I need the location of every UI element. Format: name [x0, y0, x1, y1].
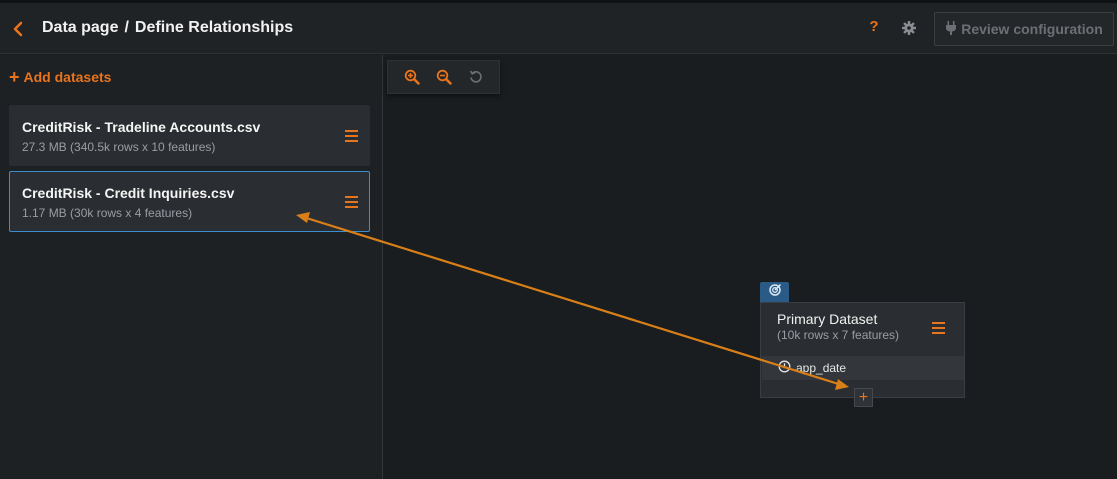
zoom-out-icon[interactable]: [436, 69, 452, 85]
clock-icon: [778, 360, 791, 376]
date-field-row: app_date: [762, 356, 964, 380]
reset-icon[interactable]: [468, 69, 484, 85]
date-field-name: app_date: [796, 361, 847, 375]
breadcrumb-parent[interactable]: Data page: [42, 19, 118, 36]
dataset-meta: 27.3 MB (340.5k rows x 10 features): [22, 140, 216, 154]
plus-icon: +: [9, 67, 20, 87]
target-icon: [768, 283, 782, 302]
primary-dataset-subtitle: (10k rows x 7 features): [777, 328, 900, 342]
hamburger-menu-icon[interactable]: [345, 129, 358, 142]
zoom-toolbar: [387, 60, 500, 94]
review-configuration-button[interactable]: Review configuration: [934, 12, 1114, 46]
add-relationship-button[interactable]: +: [854, 388, 873, 407]
add-datasets-label: Add datasets: [23, 69, 112, 85]
datasets-sidebar: + Add datasets CreditRisk - Tradeline Ac…: [0, 55, 383, 479]
chevron-left-icon[interactable]: [10, 19, 28, 39]
plug-icon: [945, 20, 957, 38]
review-configuration-label: Review configuration: [961, 21, 1103, 37]
breadcrumb-separator: /: [124, 19, 129, 36]
gear-icon[interactable]: [901, 20, 917, 36]
app-header: Data page / Define Relationships ? Review …: [0, 3, 1117, 54]
dataset-name: CreditRisk - Tradeline Accounts.csv: [22, 119, 261, 135]
dataset-card-selected[interactable]: CreditRisk - Credit Inquiries.csv 1.17 M…: [9, 171, 370, 232]
primary-target-badge: [760, 282, 789, 302]
dataset-name: CreditRisk - Credit Inquiries.csv: [22, 185, 235, 201]
hamburger-menu-icon[interactable]: [345, 195, 358, 208]
primary-dataset-node[interactable]: Primary Dataset (10k rows x 7 features) …: [760, 302, 965, 398]
add-datasets-button[interactable]: + Add datasets: [9, 67, 112, 87]
hamburger-menu-icon[interactable]: [932, 321, 945, 334]
breadcrumb: Data page / Define Relationships: [42, 19, 293, 37]
primary-dataset-title: Primary Dataset: [777, 311, 878, 327]
dataset-card[interactable]: CreditRisk - Tradeline Accounts.csv 27.3…: [9, 105, 370, 166]
breadcrumb-current: Define Relationships: [134, 19, 294, 36]
help-icon[interactable]: ?: [866, 18, 882, 38]
dataset-meta: 1.17 MB (30k rows x 4 features): [22, 206, 193, 220]
zoom-in-icon[interactable]: [404, 69, 420, 85]
